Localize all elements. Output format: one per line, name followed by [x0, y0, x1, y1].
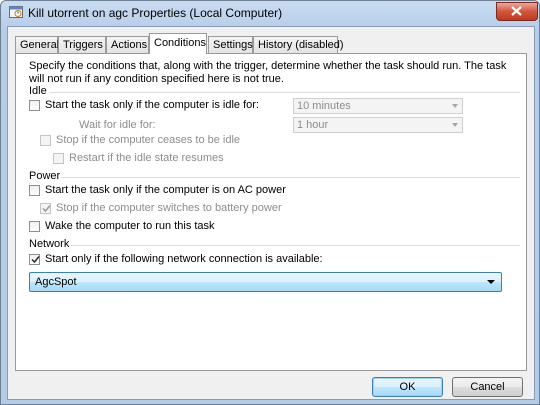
network-connection-select[interactable]: AgcSpot [29, 272, 502, 292]
chevron-down-icon [487, 280, 495, 284]
wait-for-idle-label: Wait for idle for: [79, 119, 156, 131]
wait-duration-value: 1 hour [297, 119, 329, 131]
conditions-panel: Specify the conditions that, along with … [15, 53, 527, 371]
start-if-network-checkbox[interactable] [29, 254, 40, 265]
title-bar[interactable]: Kill utorrent on agc Properties (Local C… [1, 1, 539, 25]
tab-history[interactable]: History (disabled) [253, 36, 344, 53]
tab-actions[interactable]: Actions [106, 36, 149, 53]
stop-on-battery-label: Stop if the computer switches to battery… [56, 202, 282, 214]
tab-conditions[interactable]: Conditions [149, 33, 207, 54]
chevron-down-icon [452, 104, 458, 108]
start-if-idle-label: Start the task only if the computer is i… [45, 99, 259, 111]
power-section-label: Power [29, 170, 61, 182]
tab-settings[interactable]: Settings [208, 36, 253, 53]
cancel-button[interactable]: Cancel [452, 377, 523, 397]
network-connection-value: AgcSpot [35, 276, 77, 288]
chevron-down-icon [452, 123, 458, 127]
dialog-client-area: General Triggers Actions Conditions Sett… [7, 26, 535, 400]
start-if-network-label: Start only if the following network conn… [45, 253, 323, 265]
idle-duration-value: 10 minutes [297, 100, 351, 112]
clock-task-icon [9, 6, 23, 18]
window-title: Kill utorrent on agc Properties (Local C… [28, 6, 283, 20]
start-on-ac-label: Start the task only if the computer is o… [45, 184, 286, 196]
ok-button[interactable]: OK [372, 377, 443, 397]
start-if-idle-checkbox[interactable] [29, 100, 40, 111]
stop-if-ceases-checkbox[interactable] [40, 135, 51, 146]
wait-duration-select[interactable]: 1 hour [293, 117, 463, 133]
close-icon [511, 6, 522, 16]
tab-general[interactable]: General [15, 36, 59, 53]
idle-duration-select[interactable]: 10 minutes [293, 98, 463, 114]
wake-computer-checkbox[interactable] [29, 221, 40, 232]
network-section-label: Network [29, 238, 70, 250]
properties-window: Kill utorrent on agc Properties (Local C… [0, 0, 540, 405]
checkmark-icon [42, 205, 51, 213]
start-on-ac-checkbox[interactable] [29, 185, 40, 196]
checkmark-icon [31, 256, 40, 264]
intro-text: Specify the conditions that, along with … [29, 60, 507, 85]
restart-if-resumes-checkbox[interactable] [53, 153, 64, 164]
idle-section-label: Idle [29, 85, 47, 97]
network-separator [71, 245, 520, 246]
stop-on-battery-checkbox[interactable] [40, 203, 51, 214]
tab-triggers[interactable]: Triggers [58, 36, 106, 53]
power-separator [61, 177, 520, 178]
idle-separator [50, 92, 520, 93]
restart-if-resumes-label: Restart if the idle state resumes [69, 152, 224, 164]
stop-if-ceases-label: Stop if the computer ceases to be idle [56, 134, 241, 146]
wake-computer-label: Wake the computer to run this task [45, 220, 215, 232]
close-button[interactable] [496, 2, 538, 21]
